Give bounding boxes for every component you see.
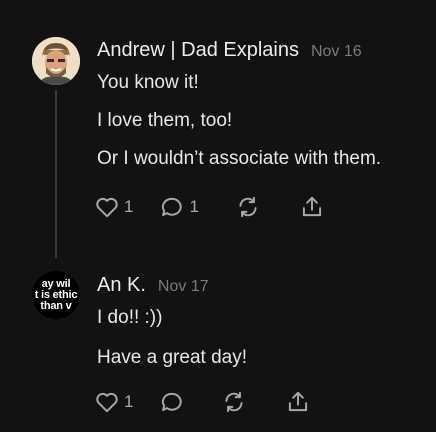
comment: An K. Nov 17 I do!! :)) Have a great day… (97, 274, 426, 370)
avatar[interactable]: ay wil t is ethic than v (32, 271, 80, 319)
share-button[interactable] (285, 389, 311, 415)
author-name[interactable]: Andrew | Dad Explains (97, 39, 299, 62)
comment-text: Have a great day! (97, 347, 247, 368)
share-icon (302, 196, 322, 217)
comment-meta: An K. Nov 17 (97, 274, 426, 297)
comment: Andrew | Dad Explains Nov 16 You know it… (97, 39, 426, 171)
like-count: 1 (124, 197, 134, 216)
reply-count: 1 (189, 197, 199, 216)
like-count: 1 (124, 392, 134, 411)
heart-icon (96, 197, 118, 218)
share-button[interactable] (299, 194, 325, 220)
share-icon (289, 391, 308, 412)
reply-button[interactable] (159, 389, 185, 415)
comment-text: You know it! (97, 72, 199, 93)
comment-text: I do!! :)) (97, 307, 163, 328)
like-button[interactable]: 1 (94, 389, 133, 415)
comment-bubble-icon (162, 392, 183, 412)
comment-date[interactable]: Nov 17 (158, 278, 209, 296)
avatar-text: t is ethic (34, 288, 78, 301)
comment-text: Or I wouldn’t associate with them. (97, 148, 382, 169)
avatar-text: ay wil (41, 277, 71, 290)
comment-meta: Andrew | Dad Explains Nov 16 (97, 39, 426, 62)
restack-icon (239, 196, 257, 218)
avatar-illustration (32, 37, 80, 85)
thread-line (55, 90, 57, 258)
comment-actions: 1 1 (94, 194, 325, 220)
comment-actions: 1 (94, 389, 311, 415)
comment-text: I love them, too! (97, 110, 233, 131)
like-button[interactable]: 1 (94, 194, 133, 220)
restack-button[interactable] (235, 194, 261, 220)
heart-icon (96, 392, 118, 413)
restack-icon (225, 391, 244, 413)
comment-date[interactable]: Nov 16 (311, 43, 362, 61)
restack-button[interactable] (221, 389, 247, 415)
reply-button[interactable]: 1 (159, 194, 199, 220)
avatar[interactable] (32, 37, 80, 85)
avatar-text: than v (40, 299, 72, 312)
comment-bubble-icon (162, 197, 183, 217)
author-name[interactable]: An K. (97, 274, 146, 297)
